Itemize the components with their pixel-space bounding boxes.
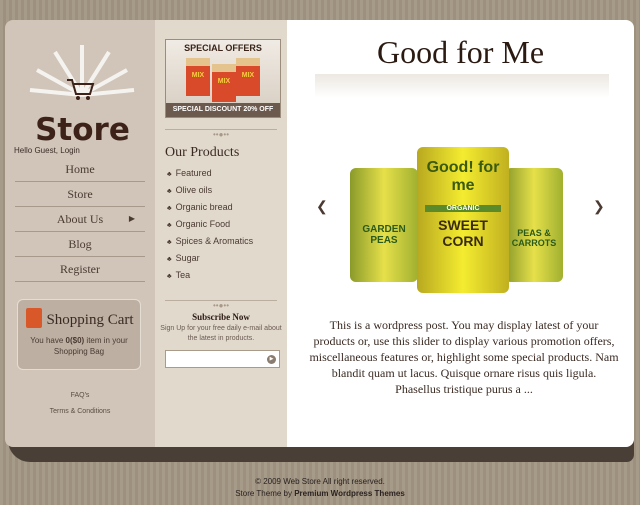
nav-home[interactable]: Home: [15, 157, 145, 182]
nav-label: Register: [60, 262, 100, 276]
title-shade: [315, 74, 609, 98]
category-featured[interactable]: ♣ Featured: [167, 166, 253, 183]
cart-count: 0($0): [65, 336, 85, 345]
category-organic-food[interactable]: ♣ Organic Food: [167, 217, 253, 234]
terms-link[interactable]: Terms & Conditions: [5, 404, 155, 420]
shopping-cart-widget[interactable]: Shopping Cart You have 0($0) item in you…: [17, 299, 141, 370]
copyright: © 2009 Web Store All right reserved.: [255, 477, 385, 486]
product-box: MIX: [186, 58, 210, 96]
cart-text: You have: [30, 336, 66, 345]
login-link[interactable]: Hello Guest, Login: [14, 146, 80, 155]
products-sidebar: SPECIAL OFFERS MIX MIX MIX SPECIAL DISCO…: [155, 20, 287, 447]
cart-icon: [29, 45, 135, 100]
product-box: MIX: [236, 58, 260, 96]
post-excerpt: This is a wordpress post. You may displa…: [309, 318, 619, 396]
category-tea[interactable]: ♣ Tea: [167, 268, 253, 285]
shopping-bag-icon: [26, 308, 42, 328]
theme-link[interactable]: Premium Wordpress Themes: [294, 489, 405, 498]
subscribe-email-input[interactable]: ▶: [165, 350, 280, 368]
cart-summary: You have 0($0) item in your Shopping Bag: [18, 335, 140, 357]
nav-label: Blog: [68, 237, 92, 251]
subscribe-submit-icon[interactable]: ▶: [267, 355, 276, 364]
slider-prev-icon[interactable]: ❮: [316, 198, 328, 215]
offer-product-image: MIX MIX MIX: [186, 56, 262, 102]
product-box-label: MIX: [217, 78, 231, 85]
category-spices[interactable]: ♣ Spices & Aromatics: [167, 234, 253, 251]
nav-blog[interactable]: Blog: [15, 232, 145, 257]
slider-next-icon[interactable]: ❯: [593, 198, 605, 215]
product-categories: ♣ Featured ♣ Olive oils ♣ Organic bread ♣ Or…: [167, 166, 253, 285]
footer-links: FAQ's Terms & Conditions: [5, 388, 155, 420]
slide-product-can: GARDEN PEAS: [350, 168, 418, 282]
page-footer: © 2009 Web Store All right reserved. Sto…: [0, 476, 640, 500]
subscribe-text: Sign Up for your free daily e-mail about…: [160, 325, 282, 342]
subscribe-title: Subscribe Now: [192, 312, 250, 322]
product-box-label: MIX: [241, 72, 255, 79]
submenu-arrow-icon: ▶: [128, 214, 135, 223]
main-nav: Home Store About Us ▶ Blog Register: [15, 157, 145, 282]
left-sidebar: Store Hello Guest, Login Home Store Abou…: [5, 20, 155, 447]
nav-label: Home: [65, 162, 95, 176]
page-title: Good for Me: [376, 34, 545, 70]
product-box: MIX: [212, 64, 236, 102]
nav-store[interactable]: Store: [15, 182, 145, 207]
slide-product-can: PEAS & CARROTS: [505, 168, 563, 282]
offer-title: SPECIAL OFFERS: [184, 43, 262, 53]
nav-about-us[interactable]: About Us ▶: [15, 207, 145, 232]
faq-link[interactable]: FAQ's: [5, 388, 155, 404]
category-organic-bread[interactable]: ♣ Organic bread: [167, 200, 253, 217]
category-olive-oils[interactable]: ♣ Olive oils: [167, 183, 253, 200]
main-content: Good for Me ❮ ❯ GARDEN PEAS PEAS & CARRO…: [287, 20, 634, 447]
logo-text: Store: [35, 112, 130, 148]
offer-discount: SPECIAL DISCOUNT 20% OFF: [166, 103, 280, 117]
page-container: Store Hello Guest, Login Home Store Abou…: [5, 20, 634, 447]
nav-register[interactable]: Register: [15, 257, 145, 282]
nav-label: About Us: [56, 212, 104, 226]
products-title: Our Products: [165, 145, 240, 160]
category-sugar[interactable]: ♣ Sugar: [167, 251, 253, 268]
special-offer-banner[interactable]: SPECIAL OFFERS MIX MIX MIX SPECIAL DISCO…: [165, 39, 281, 118]
slide-product-can: Good! for me ORGANIC SWEET CORN: [417, 147, 509, 293]
store-logo[interactable]: Store: [25, 40, 140, 150]
theme-credit: Store Theme by: [235, 489, 295, 498]
product-box-label: MIX: [191, 72, 205, 79]
nav-label: Store: [67, 187, 93, 201]
